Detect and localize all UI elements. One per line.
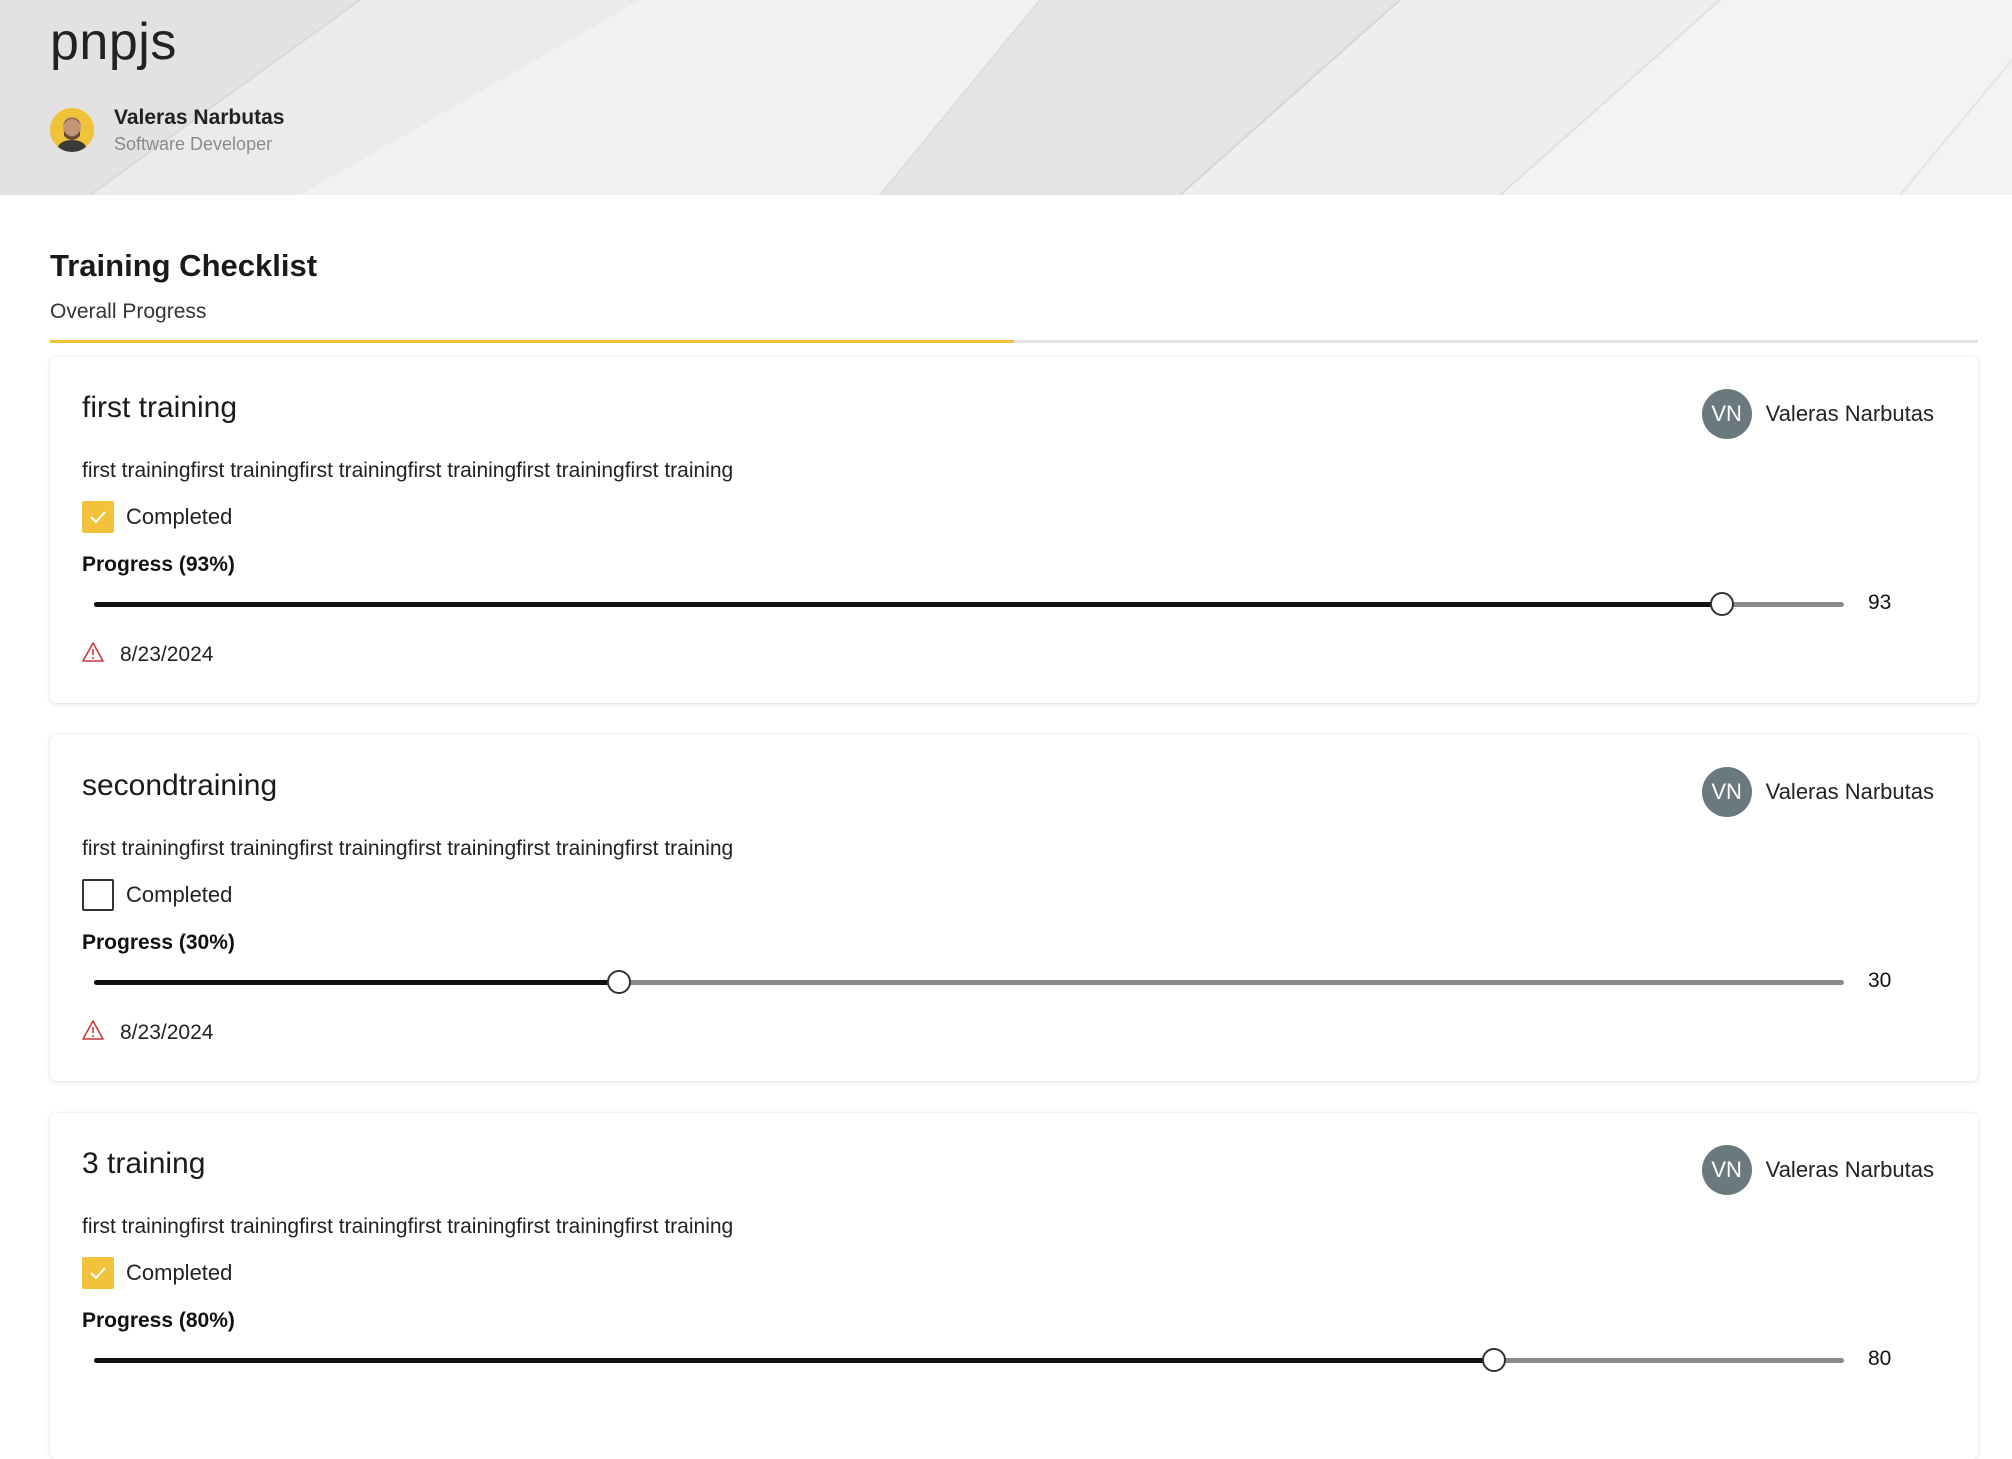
due-date: 8/23/2024 bbox=[120, 642, 214, 666]
training-title[interactable]: 3 training bbox=[82, 1147, 205, 1181]
checkmark-icon bbox=[90, 1267, 106, 1280]
progress-slider[interactable] bbox=[94, 967, 1844, 997]
slider-value: 30 bbox=[1868, 969, 1892, 992]
completed-label: Completed bbox=[126, 504, 233, 529]
assignee-name: Valeras Narbutas bbox=[1765, 1157, 1934, 1182]
person-photo-icon bbox=[50, 108, 94, 152]
checkmark-icon bbox=[90, 511, 106, 524]
completed-checkbox[interactable] bbox=[82, 501, 114, 533]
assignee[interactable]: VN Valeras Narbutas bbox=[1701, 1145, 1934, 1195]
slider-value: 80 bbox=[1868, 1347, 1892, 1370]
slider-value: 93 bbox=[1868, 591, 1892, 614]
overall-progress-fill bbox=[50, 340, 1014, 343]
author-name: Valeras Narbutas bbox=[114, 106, 285, 129]
slider-thumb[interactable] bbox=[607, 970, 631, 994]
progress-label: Progress (80%) bbox=[82, 1309, 235, 1332]
completed-checkbox-row[interactable]: Completed bbox=[82, 501, 232, 533]
training-description: first trainingfirst trainingfirst traini… bbox=[82, 837, 734, 860]
author-avatar bbox=[50, 108, 94, 152]
due-date: 8/23/2024 bbox=[120, 1020, 214, 1044]
slider-track[interactable] bbox=[94, 980, 1844, 985]
assignee-name: Valeras Narbutas bbox=[1765, 401, 1934, 426]
completed-checkbox[interactable] bbox=[82, 1257, 114, 1289]
slider-track[interactable] bbox=[94, 602, 1844, 607]
completed-checkbox-row[interactable]: Completed bbox=[82, 879, 232, 911]
due-date-row: 8/23/2024 bbox=[82, 1019, 213, 1046]
completed-label: Completed bbox=[126, 1260, 233, 1285]
author-card[interactable]: Valeras Narbutas Software Developer bbox=[50, 104, 284, 156]
slider-fill bbox=[94, 1358, 1494, 1363]
training-title[interactable]: secondtraining bbox=[82, 769, 277, 803]
assignee-name: Valeras Narbutas bbox=[1765, 779, 1934, 804]
training-description: first trainingfirst trainingfirst traini… bbox=[82, 1215, 734, 1238]
warning-icon bbox=[82, 641, 120, 668]
progress-label: Progress (93%) bbox=[82, 553, 235, 576]
overall-progress-label: Overall Progress bbox=[50, 300, 207, 323]
site-title[interactable]: pnpjs bbox=[50, 12, 177, 72]
slider-thumb[interactable] bbox=[1482, 1348, 1506, 1372]
assignee-avatar: VN bbox=[1701, 1145, 1752, 1195]
training-card: 3 training VN Valeras Narbutas first traini… bbox=[50, 1113, 1978, 1459]
slider-fill bbox=[94, 602, 1722, 607]
completed-label: Completed bbox=[126, 882, 233, 907]
author-role: Software Developer bbox=[114, 134, 273, 154]
training-card: secondtraining VN Valeras Narbutas first tr… bbox=[50, 735, 1978, 1081]
due-date-row: 8/23/2024 bbox=[82, 641, 213, 668]
assignee-avatar: VN bbox=[1701, 389, 1752, 439]
training-description: first trainingfirst trainingfirst traini… bbox=[82, 459, 734, 482]
slider-track[interactable] bbox=[94, 1358, 1844, 1363]
completed-checkbox[interactable] bbox=[82, 879, 114, 911]
overall-progress-bar bbox=[50, 340, 1978, 343]
assignee[interactable]: VN Valeras Narbutas bbox=[1701, 389, 1934, 439]
assignee-avatar: VN bbox=[1701, 767, 1752, 817]
completed-checkbox-row[interactable]: Completed bbox=[82, 1257, 232, 1289]
section-title: Training Checklist bbox=[50, 248, 318, 283]
slider-fill bbox=[94, 980, 619, 985]
training-card: first training VN Valeras Narbutas first tr… bbox=[50, 357, 1978, 703]
progress-slider[interactable] bbox=[94, 589, 1844, 619]
progress-slider[interactable] bbox=[94, 1345, 1844, 1375]
site-header: pnpjs Valeras Narbutas Software Develope… bbox=[0, 0, 2012, 195]
slider-thumb[interactable] bbox=[1709, 592, 1734, 616]
training-title[interactable]: first training bbox=[82, 391, 237, 425]
progress-label: Progress (30%) bbox=[82, 931, 235, 954]
assignee[interactable]: VN Valeras Narbutas bbox=[1701, 767, 1934, 817]
warning-icon bbox=[82, 1019, 120, 1046]
header-background bbox=[0, 0, 2012, 195]
